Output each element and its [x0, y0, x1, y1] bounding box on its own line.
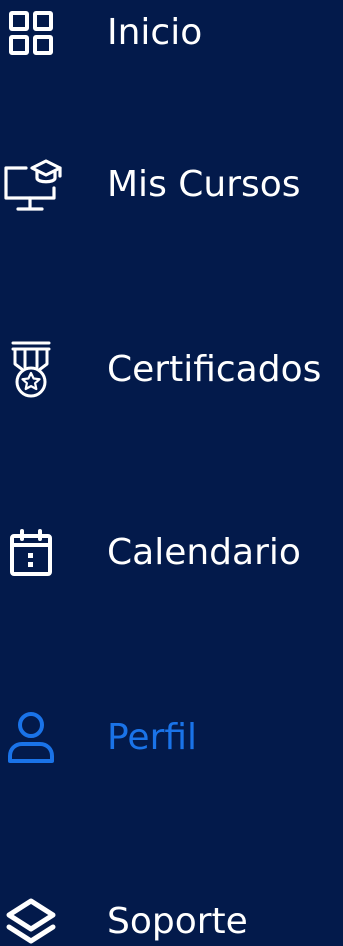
sidebar-item-inicio[interactable]: Inicio	[0, 0, 343, 68]
calendar-icon	[0, 518, 62, 588]
sidebar-item-label: Inicio	[107, 12, 203, 53]
user-icon	[0, 703, 62, 773]
sidebar-item-label: Mis Cursos	[107, 164, 301, 205]
sidebar-item-label: Certificados	[107, 349, 322, 390]
sidebar-item-label: Perfil	[107, 717, 198, 758]
sidebar-item-perfil[interactable]: Perfil	[0, 703, 343, 773]
monitor-graduation-cap-icon	[0, 150, 62, 220]
medal-star-icon	[0, 335, 62, 405]
sidebar-item-calendario[interactable]: Calendario	[0, 518, 343, 588]
sidebar-item-label: Soporte	[107, 901, 248, 942]
layers-icon	[0, 887, 62, 946]
sidebar-item-soporte[interactable]: Soporte	[0, 887, 343, 946]
sidebar-item-label: Calendario	[107, 532, 301, 573]
sidebar-item-mis-cursos[interactable]: Mis Cursos	[0, 150, 343, 220]
sidebar-nav: Inicio Mis Cursos Certificados Calendari…	[0, 0, 343, 946]
grid-icon	[0, 0, 62, 68]
sidebar-item-certificados[interactable]: Certificados	[0, 335, 343, 405]
